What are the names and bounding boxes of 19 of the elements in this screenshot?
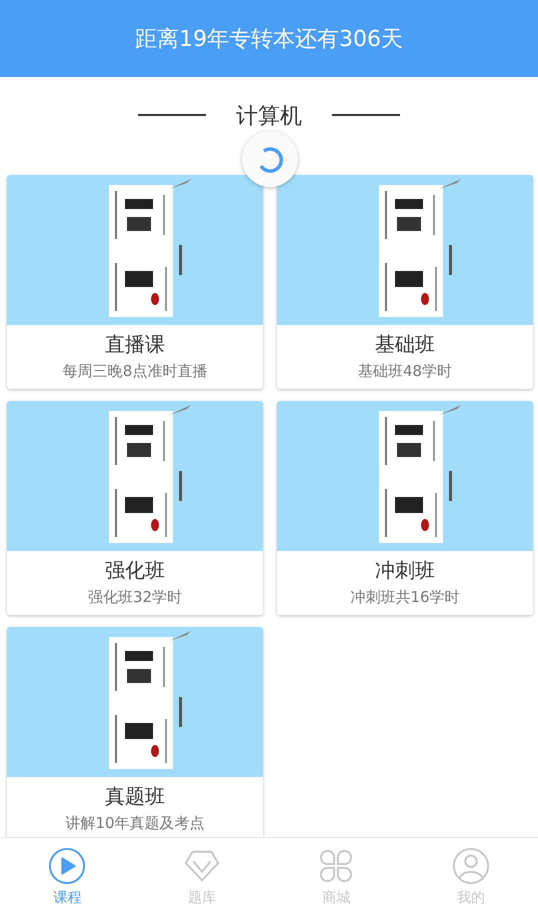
- course-description: 每周三晚8点准时直播: [62, 362, 208, 381]
- course-title: 真题班: [105, 783, 165, 810]
- course-card[interactable]: 冲刺班 冲刺班共16学时: [277, 401, 533, 615]
- course-card[interactable]: 基础班 基础班48学时: [277, 175, 533, 389]
- course-title: 强化班: [105, 557, 165, 584]
- course-title: 直播课: [105, 331, 165, 358]
- course-description: 强化班32学时: [88, 588, 182, 607]
- course-description: 冲刺班共16学时: [350, 588, 460, 607]
- course-card[interactable]: 强化班 强化班32学时: [7, 401, 263, 615]
- course-card[interactable]: 真题班 讲解10年真题及考点: [7, 627, 263, 837]
- user-icon: [452, 847, 490, 885]
- section-title: 计算机: [236, 103, 302, 131]
- course-card[interactable]: 直播课 每周三晚8点准时直播: [7, 175, 263, 389]
- course-description: 讲解10年真题及考点: [65, 814, 205, 833]
- course-description: 基础班48学时: [358, 362, 452, 381]
- countdown-title: 距离19年专转本还有306天: [135, 26, 403, 54]
- course-title: 基础班: [375, 331, 435, 358]
- course-title: 冲刺班: [375, 557, 435, 584]
- play-icon: [48, 847, 86, 885]
